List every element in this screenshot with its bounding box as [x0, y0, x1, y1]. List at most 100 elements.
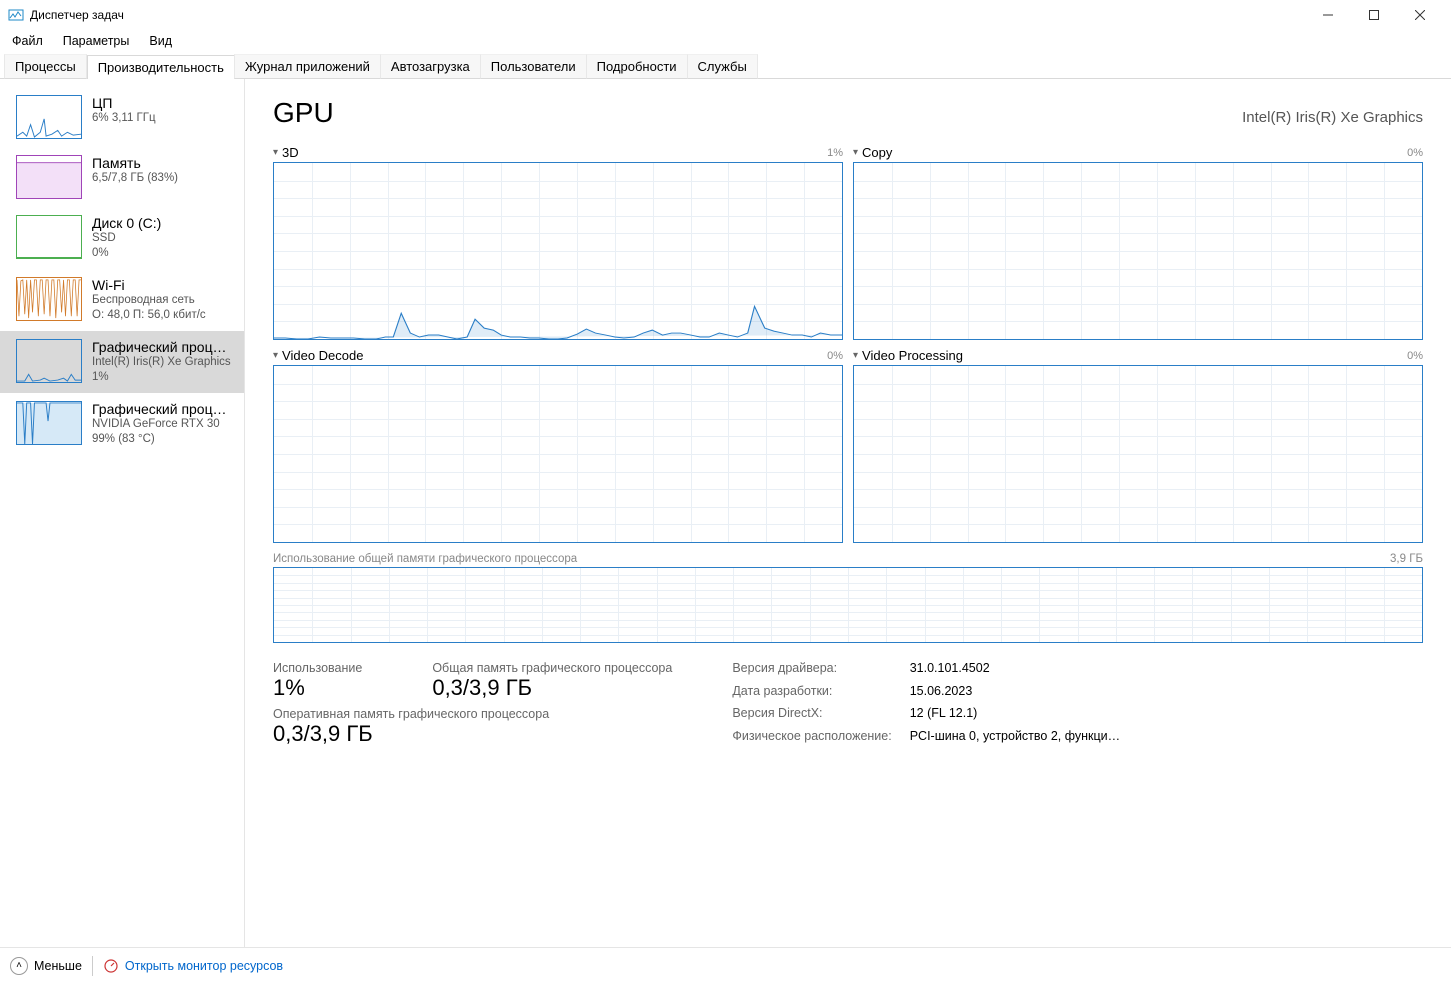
menu-options[interactable]: Параметры	[57, 32, 136, 50]
loc-label: Физическое расположение:	[732, 729, 891, 748]
resmon-icon	[103, 958, 119, 974]
tab-services[interactable]: Службы	[687, 54, 758, 79]
ded-mem-value: 0,3/3,9 ГБ	[273, 721, 672, 747]
chart-vd-pct: 0%	[827, 350, 843, 362]
menu-view[interactable]: Вид	[143, 32, 178, 50]
chart-vp-box[interactable]	[853, 365, 1423, 543]
window-title: Диспетчер задач	[30, 8, 124, 22]
chart-3d-pct: 1%	[827, 147, 843, 159]
tab-performance[interactable]: Производительность	[87, 55, 235, 79]
util-label: Использование	[273, 661, 362, 675]
app-icon	[8, 7, 24, 23]
wifi-sub2: О: 48,0 П: 56,0 кбит/с	[92, 308, 234, 323]
chart-vp-label[interactable]: Video Processing	[862, 348, 963, 363]
stats: Использование 1% Общая память графическо…	[273, 661, 1423, 747]
chart-copy-box[interactable]	[853, 162, 1423, 340]
memory-title: Память	[92, 155, 234, 171]
disk-sub2: 0%	[92, 246, 234, 261]
chart-vd-box[interactable]	[273, 365, 843, 543]
tab-startup[interactable]: Автозагрузка	[380, 54, 481, 79]
util-value: 1%	[273, 675, 362, 701]
maximize-button[interactable]	[1351, 0, 1397, 30]
mem-chart-right: 3,9 ГБ	[1390, 553, 1423, 565]
wifi-title: Wi-Fi	[92, 277, 234, 293]
main: ЦП 6% 3,11 ГГц Память 6,5/7,8 ГБ (83%) Д…	[0, 79, 1451, 947]
tab-app-history[interactable]: Журнал приложений	[234, 54, 381, 79]
chart-video-processing: ▾ Video Processing 0%	[853, 348, 1423, 543]
shared-mem-label: Общая память графического процессора	[432, 661, 672, 675]
gpu0-thumb	[16, 339, 82, 383]
chevron-down-icon[interactable]: ▾	[853, 147, 858, 158]
wifi-thumb	[16, 277, 82, 321]
memory-sub: 6,5/7,8 ГБ (83%)	[92, 171, 234, 186]
gpu0-sub1: Intel(R) Iris(R) Xe Graphics	[92, 355, 234, 370]
ded-mem-label: Оперативная память графического процессо…	[273, 707, 672, 721]
cpu-sub: 6% 3,11 ГГц	[92, 111, 234, 126]
mem-chart-box[interactable]	[273, 567, 1423, 643]
chart-3d-box[interactable]	[273, 162, 843, 340]
chart-vd-label[interactable]: Video Decode	[282, 348, 363, 363]
chart-copy-label[interactable]: Copy	[862, 145, 892, 160]
dx-label: Версия DirectX:	[732, 706, 891, 725]
minimize-button[interactable]	[1305, 0, 1351, 30]
chevron-up-icon: ˄	[10, 957, 28, 975]
close-button[interactable]	[1397, 0, 1443, 30]
chart-3d-label[interactable]: 3D	[282, 145, 299, 160]
window-controls	[1305, 0, 1443, 30]
open-resmon-link[interactable]: Открыть монитор ресурсов	[103, 958, 283, 974]
chart-vp-pct: 0%	[1407, 350, 1423, 362]
sidebar-item-wifi[interactable]: Wi-Fi Беспроводная сеть О: 48,0 П: 56,0 …	[0, 269, 244, 331]
sidebar-item-memory[interactable]: Память 6,5/7,8 ГБ (83%)	[0, 147, 244, 207]
sidebar-item-cpu[interactable]: ЦП 6% 3,11 ГГц	[0, 87, 244, 147]
content: GPU Intel(R) Iris(R) Xe Graphics ▾ 3D 1%	[245, 79, 1451, 947]
chevron-down-icon[interactable]: ▾	[273, 147, 278, 158]
gpu1-sub2: 99% (83 °C)	[92, 432, 234, 447]
titlebar: Диспетчер задач	[0, 0, 1451, 30]
sidebar-item-gpu0[interactable]: Графический процессор 0 Intel(R) Iris(R)…	[0, 331, 244, 393]
content-title: GPU	[273, 97, 334, 129]
disk-sub1: SSD	[92, 231, 234, 246]
chart-copy-pct: 0%	[1407, 147, 1423, 159]
tab-processes[interactable]: Процессы	[4, 54, 87, 79]
gpu1-sub1: NVIDIA GeForce RTX 30	[92, 417, 234, 432]
chevron-down-icon[interactable]: ▾	[853, 350, 858, 361]
drv-date-value: 15.06.2023	[910, 684, 1120, 703]
chart-copy: ▾ Copy 0%	[853, 145, 1423, 340]
menu-file[interactable]: Файл	[6, 32, 49, 50]
charts-grid: ▾ 3D 1% ▾ Copy 0%	[273, 145, 1423, 543]
loc-value: PCI-шина 0, устройство 2, функци…	[910, 729, 1120, 748]
drv-date-label: Дата разработки:	[732, 684, 891, 703]
chart-3d: ▾ 3D 1%	[273, 145, 843, 340]
content-subtitle: Intel(R) Iris(R) Xe Graphics	[1242, 109, 1423, 126]
memory-thumb	[16, 155, 82, 199]
chart-video-decode: ▾ Video Decode 0%	[273, 348, 843, 543]
content-header: GPU Intel(R) Iris(R) Xe Graphics	[273, 97, 1423, 129]
gpu0-title: Графический процессор 0	[92, 339, 234, 355]
fewer-details-button[interactable]: ˄ Меньше	[10, 957, 82, 975]
shared-mem-value: 0,3/3,9 ГБ	[432, 675, 672, 701]
gpu0-sub2: 1%	[92, 370, 234, 385]
dx-value: 12 (FL 12.1)	[910, 706, 1120, 725]
drv-ver-label: Версия драйвера:	[732, 661, 891, 680]
tab-details[interactable]: Подробности	[586, 54, 688, 79]
chevron-down-icon[interactable]: ▾	[273, 350, 278, 361]
sidebar-item-disk[interactable]: Диск 0 (C:) SSD 0%	[0, 207, 244, 269]
gpu1-title: Графический процессор 1	[92, 401, 234, 417]
resmon-label: Открыть монитор ресурсов	[125, 959, 283, 973]
drv-ver-value: 31.0.101.4502	[910, 661, 1120, 680]
sidebar-item-gpu1[interactable]: Графический процессор 1 NVIDIA GeForce R…	[0, 393, 244, 455]
cpu-title: ЦП	[92, 95, 234, 111]
menubar: Файл Параметры Вид	[0, 30, 1451, 52]
fewer-label: Меньше	[34, 959, 82, 973]
separator	[92, 956, 93, 976]
mem-chart: Использование общей памяти графического …	[273, 553, 1423, 643]
sidebar: ЦП 6% 3,11 ГГц Память 6,5/7,8 ГБ (83%) Д…	[0, 79, 245, 947]
cpu-thumb	[16, 95, 82, 139]
tabs: Процессы Производительность Журнал прило…	[0, 52, 1451, 79]
disk-thumb	[16, 215, 82, 259]
wifi-sub1: Беспроводная сеть	[92, 293, 234, 308]
disk-title: Диск 0 (C:)	[92, 215, 234, 231]
footer: ˄ Меньше Открыть монитор ресурсов	[0, 947, 1451, 983]
mem-chart-label: Использование общей памяти графического …	[273, 553, 577, 565]
tab-users[interactable]: Пользователи	[480, 54, 587, 79]
